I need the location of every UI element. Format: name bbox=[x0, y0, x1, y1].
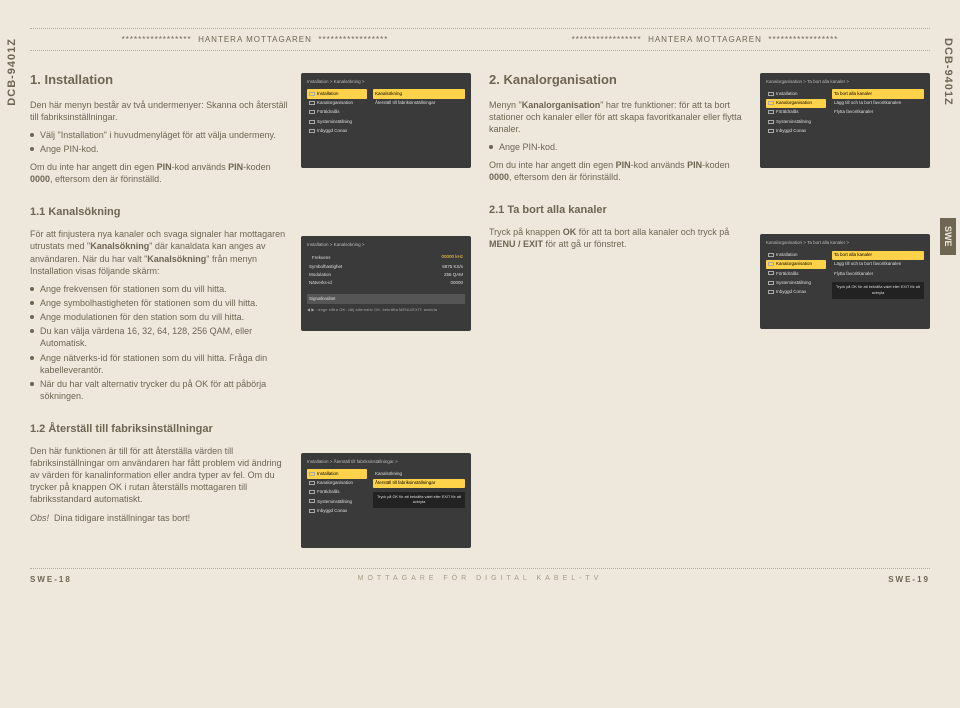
section-2-intro: Menyn "Kanalorganisation" har tre funkti… bbox=[489, 99, 750, 135]
header-decor: ***************** bbox=[122, 35, 192, 44]
header-title-left: HANTERA MOTTAGAREN bbox=[198, 35, 312, 44]
pin-note-right: Om du inte har angett din egen PIN-kod a… bbox=[489, 159, 750, 183]
sub-1-2-text: Den här funktionen är till för att åters… bbox=[30, 445, 291, 506]
header-decor: ***************** bbox=[768, 35, 838, 44]
left-column: 1. Installation Den här menyn består av … bbox=[30, 65, 471, 556]
header-decor: ***************** bbox=[318, 35, 388, 44]
footer-title: MOTTAGARE FÖR DIGITAL KABEL-TV bbox=[72, 575, 888, 584]
header-title-right: HANTERA MOTTAGAREN bbox=[648, 35, 762, 44]
bullet: Ange PIN-kod. bbox=[30, 143, 291, 155]
tv-screenshot-search: Installation > Kanalsökning > Frekvens00… bbox=[301, 236, 471, 331]
bullet: När du har valt alternativ trycker du på… bbox=[30, 378, 291, 402]
tv-screenshot-channelorg: Kanalorganisation > Ta bort alla kanaler… bbox=[760, 73, 930, 168]
model-id-left: DCB-9401Z bbox=[6, 38, 18, 106]
footer: SWE-18 MOTTAGARE FÖR DIGITAL KABEL-TV SW… bbox=[30, 569, 930, 584]
language-tab: SWE bbox=[940, 218, 956, 255]
section-2-title: 2. Kanalorganisation bbox=[489, 71, 750, 89]
page-right: SWE-19 bbox=[888, 575, 930, 584]
bullet: Ange nätverks-id för stationen som du vi… bbox=[30, 352, 291, 376]
right-column: 2. Kanalorganisation Menyn "Kanalorganis… bbox=[489, 65, 930, 556]
sub-2-1-text: Tryck på knappen OK för att ta bort alla… bbox=[489, 226, 750, 250]
subsection-1-2-title: 1.2 Återställ till fabriksinställningar bbox=[30, 422, 471, 437]
tv-screenshot-reset: Installation > Återställ till fabriksins… bbox=[301, 453, 471, 548]
section-1-intro: Den här menyn består av två undermenyer:… bbox=[30, 99, 291, 123]
tv-screenshot-install: Installation > Kanalsökning > Installati… bbox=[301, 73, 471, 168]
sub-1-1-intro: För att finjustera nya kanaler och svaga… bbox=[30, 228, 291, 277]
subsection-1-1-title: 1.1 Kanalsökning bbox=[30, 205, 471, 220]
page-left: SWE-18 bbox=[30, 575, 72, 584]
bullet: Ange frekvensen för stationen som du vil… bbox=[30, 283, 291, 295]
bullet-sub: Du kan välja värdena 16, 32, 64, 128, 25… bbox=[30, 325, 291, 349]
model-id-right: DCB-9401Z bbox=[942, 38, 954, 106]
header-decor: ***************** bbox=[572, 35, 642, 44]
bullet: Välj "Installation" i huvudmenyläget för… bbox=[30, 129, 291, 141]
sub-1-2-obs: Obs! Dina tidigare inställningar tas bor… bbox=[30, 512, 291, 524]
tv-screenshot-deleteall: Kanalorganisation > Ta bort alla kanaler… bbox=[760, 234, 930, 329]
section-1-title: 1. Installation bbox=[30, 71, 291, 89]
bullet: Ange PIN-kod. bbox=[489, 141, 750, 153]
bullet: Ange modulationen för den station som du… bbox=[30, 311, 291, 323]
header-row: ***************** HANTERA MOTTAGAREN ***… bbox=[30, 29, 930, 50]
bullet: Ange symbolhastigheten för stationen som… bbox=[30, 297, 291, 309]
subsection-2-1-title: 2.1 Ta bort alla kanaler bbox=[489, 203, 930, 218]
pin-note: Om du inte har angett din egen PIN-kod a… bbox=[30, 161, 291, 185]
